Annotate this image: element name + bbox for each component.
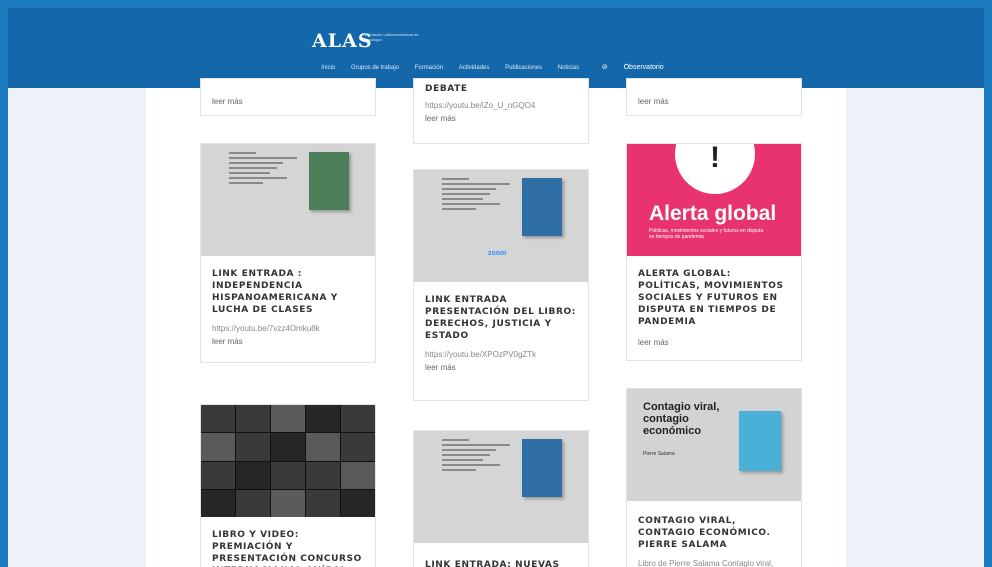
post-thumbnail[interactable]: zoom — [414, 170, 588, 282]
read-more-link[interactable]: leer más — [638, 338, 790, 347]
video-grid — [201, 405, 375, 517]
post-card-libro-video: LIBRO Y VIDEO: PREMIACIÓN Y PRESENTACIÓN… — [200, 404, 376, 567]
image-title: Alerta global — [649, 202, 777, 225]
zoom-logo: zoom — [488, 250, 507, 257]
nav-item-inicio[interactable]: Inicio — [321, 65, 335, 71]
post-thumbnail[interactable]: ! Alerta global Políticas, movimientos s… — [627, 144, 801, 256]
post-excerpt: Libro de Pierre Salama Contagio viral, — [638, 559, 774, 567]
post-thumbnail[interactable] — [201, 405, 375, 517]
observatorio-icon: ⊘ — [601, 64, 608, 71]
post-title[interactable]: LIBRO Y VIDEO: PREMIACIÓN Y PRESENTACIÓN… — [212, 529, 364, 567]
read-more-link[interactable]: leer más — [212, 337, 364, 346]
read-more-link[interactable]: leer más — [212, 97, 364, 106]
post-url[interactable]: https://youtu.be/7vzz4Omku8k — [212, 324, 364, 333]
post-url[interactable]: https://youtu.be/XPOzPV0gZTk — [425, 350, 577, 359]
post-card-alerta-global: ! Alerta global Políticas, movimientos s… — [626, 143, 802, 361]
post-title[interactable]: LINK ENTRADA PRESENTACIÓN DEL LIBRO: DER… — [425, 294, 577, 342]
post-card-partial-middle: DEBATE https://youtu.be/iZo_U_nGQO4 leer… — [413, 78, 589, 144]
post-card-partial-right: leer más — [626, 78, 802, 116]
image-author: Pierre Salama — [643, 451, 675, 457]
main-nav: Inicio Grupos de trabajo Formación Activ… — [8, 63, 984, 71]
post-url[interactable]: https://youtu.be/iZo_U_nGQO4 — [425, 101, 577, 110]
post-thumbnail[interactable]: Contagio viral, contagio económico Pierr… — [627, 389, 801, 501]
observatorio-label: Observatorio — [623, 64, 664, 71]
nav-item-grupos[interactable]: Grupos de trabajo — [351, 65, 399, 71]
post-title[interactable]: CONTAGIO VIRAL, CONTAGIO ECONÓMICO. PIER… — [638, 515, 790, 551]
nav-item-noticias[interactable]: Noticias — [558, 65, 579, 71]
book-cover — [739, 411, 781, 471]
post-card-independencia: LINK ENTRADA : INDEPENDENCIA HISPANOAMER… — [200, 143, 376, 363]
post-title[interactable]: LINK ENTRADA : INDEPENDENCIA HISPANOAMER… — [212, 268, 364, 316]
read-more-link[interactable]: leer más — [425, 363, 577, 372]
exclamation-icon: ! — [710, 144, 720, 174]
read-more-link[interactable]: leer más — [638, 97, 790, 106]
nav-item-publicaciones[interactable]: Publicaciones — [505, 65, 542, 71]
post-card-partial-left: leer más — [200, 78, 376, 116]
post-card-derechos: zoom LINK ENTRADA PRESENTACIÓN DEL LIBRO… — [413, 169, 589, 401]
site-header: ALAS Asociación Latinoamericana de Socio… — [8, 8, 984, 88]
post-title[interactable]: LINK ENTRADA: NUEVAS — [425, 559, 577, 567]
browser-frame: ALAS Asociación Latinoamericana de Socio… — [8, 8, 984, 567]
logo-subtitle: Asociación Latinoamericana de Sociología — [363, 32, 419, 42]
nav-item-observatorio[interactable]: ⊘ Observatorio — [595, 63, 671, 71]
post-title[interactable]: ALERTA GLOBAL: POLÍTICAS, MOVIMIENTOS SO… — [638, 268, 790, 328]
read-more-link[interactable]: leer más — [425, 114, 577, 123]
post-title[interactable]: DEBATE — [425, 83, 577, 95]
post-card-contagio: Contagio viral, contagio económico Pierr… — [626, 388, 802, 567]
nav-item-actividades[interactable]: Actividades — [459, 65, 490, 71]
post-card-nuevas: LINK ENTRADA: NUEVAS — [413, 430, 589, 567]
image-subtitle: Políticas, movimientos sociales y futuro… — [649, 228, 764, 240]
nav-item-formacion[interactable]: Formación — [415, 65, 443, 71]
image-title: Contagio viral, contagio económico — [643, 401, 720, 437]
alert-circle: ! — [675, 144, 755, 194]
post-thumbnail[interactable] — [201, 144, 375, 256]
posts-grid: leer más DEBATE https://youtu.be/iZo_U_n… — [146, 78, 846, 567]
post-thumbnail[interactable] — [414, 431, 588, 543]
